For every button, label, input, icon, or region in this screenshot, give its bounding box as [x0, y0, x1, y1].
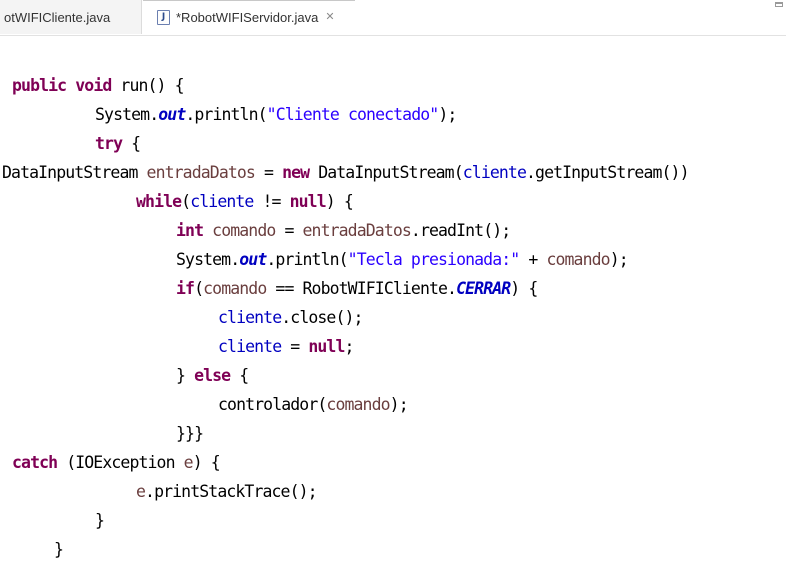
code-text: ) {	[325, 192, 354, 211]
code-text: .readInt();	[410, 221, 511, 240]
code-text: }	[176, 366, 195, 385]
code-line-17: }	[54, 535, 64, 564]
code-text: =	[275, 221, 303, 240]
code-text: System.	[95, 105, 159, 124]
code-line-1: public void run() {	[12, 71, 185, 100]
keyword-public: public	[12, 76, 67, 95]
code-text: !=	[253, 192, 290, 211]
code-text: }	[54, 540, 64, 559]
code-text: System.	[176, 250, 240, 269]
static-field-out: out	[239, 250, 267, 269]
code-text: {	[230, 366, 249, 385]
code-line-11: } else {	[176, 361, 249, 390]
code-text: .println(	[185, 105, 267, 124]
code-text: DataInputStream	[2, 163, 147, 182]
code-text: .getInputStream())	[526, 163, 690, 182]
code-text: ) {	[192, 453, 221, 472]
code-line-13: }}}	[176, 419, 204, 448]
keyword-null: null	[308, 337, 345, 356]
code-line-5: while(cliente != null) {	[136, 187, 354, 216]
string-literal: "Tecla presionada:"	[347, 250, 521, 269]
code-line-14: catch (IOException e) {	[12, 448, 221, 477]
local-variable: e	[136, 482, 146, 501]
keyword-void: void	[75, 76, 112, 95]
local-variable: comando	[203, 279, 267, 298]
code-line-16: }	[95, 506, 105, 535]
java-file-icon: J	[157, 10, 170, 25]
code-text: .close();	[281, 308, 363, 327]
tab-label-robotwificliente: otWIFICliente.java	[4, 9, 111, 25]
keyword-if: if	[176, 279, 195, 298]
code-text: (	[181, 192, 191, 211]
code-line-12: controlador(comando);	[218, 390, 409, 419]
tab-robotwificliente[interactable]: otWIFICliente.java	[0, 0, 142, 34]
editor-tab-bar: otWIFICliente.java J *RobotWIFIServidor.…	[0, 0, 786, 36]
code-line-15: e.printStackTrace();	[136, 477, 318, 506]
code-text: == RobotWIFICliente.	[266, 279, 457, 298]
code-text: (	[194, 279, 204, 298]
keyword-while: while	[136, 192, 182, 211]
field-cliente: cliente	[462, 163, 527, 182]
code-text: );	[438, 105, 457, 124]
code-text: }}}	[176, 424, 204, 443]
local-variable: comando	[326, 395, 390, 414]
tab-robotwifiservidor[interactable]: J *RobotWIFIServidor.java ✕	[143, 0, 355, 34]
code-text: .printStackTrace();	[145, 482, 318, 501]
keyword-null: null	[289, 192, 327, 211]
code-text: .println(	[266, 250, 348, 269]
code-line-3: try {	[95, 129, 141, 158]
field-cliente: cliente	[218, 308, 282, 327]
code-text: {	[122, 134, 141, 153]
code-line-4: DataInputStream entradaDatos = new DataI…	[2, 158, 690, 187]
field-cliente: cliente	[190, 192, 254, 211]
code-line-10: cliente = null;	[218, 332, 354, 361]
code-editor[interactable]: public void run() { System.out.println("…	[0, 36, 786, 573]
keyword-else: else	[194, 366, 231, 385]
code-text: (IOException	[57, 453, 184, 472]
keyword-int: int	[176, 221, 204, 240]
code-text: ;	[344, 337, 355, 356]
static-field-out: out	[158, 105, 186, 124]
local-variable: comando	[546, 250, 610, 269]
string-literal: "Cliente conectado"	[266, 105, 440, 124]
code-line-6: int comando = entradaDatos.readInt();	[176, 216, 511, 245]
local-variable: e	[183, 453, 194, 472]
code-text: run() {	[111, 76, 184, 95]
close-icon[interactable]: ✕	[325, 12, 334, 23]
keyword-new: new	[282, 163, 310, 182]
minimize-icon[interactable]	[775, 2, 783, 7]
code-text: }	[95, 511, 105, 530]
keyword-catch: catch	[12, 453, 58, 472]
local-variable: entradaDatos	[302, 221, 412, 240]
code-text: DataInputStream(	[309, 163, 463, 182]
tab-label-robotwifiservidor: *RobotWIFIServidor.java	[176, 10, 319, 25]
code-text: =	[254, 163, 283, 182]
code-line-2: System.out.println("Cliente conectado");	[95, 100, 457, 129]
code-text: controlador(	[218, 395, 327, 414]
code-text: +	[519, 250, 547, 269]
local-variable: entradaDatos	[146, 163, 256, 182]
code-line-7: System.out.println("Tecla presionada:" +…	[176, 245, 629, 274]
code-text: =	[281, 337, 309, 356]
keyword-try: try	[95, 134, 123, 153]
field-cliente: cliente	[218, 337, 282, 356]
code-text: ) {	[510, 279, 538, 298]
local-variable: comando	[212, 221, 276, 240]
code-text: );	[609, 250, 629, 269]
code-line-8: if(comando == RobotWIFICliente.CERRAR) {	[176, 274, 538, 303]
code-text: );	[389, 395, 409, 414]
static-constant-cerrar: CERRAR	[456, 279, 511, 298]
code-line-9: cliente.close();	[218, 303, 363, 332]
